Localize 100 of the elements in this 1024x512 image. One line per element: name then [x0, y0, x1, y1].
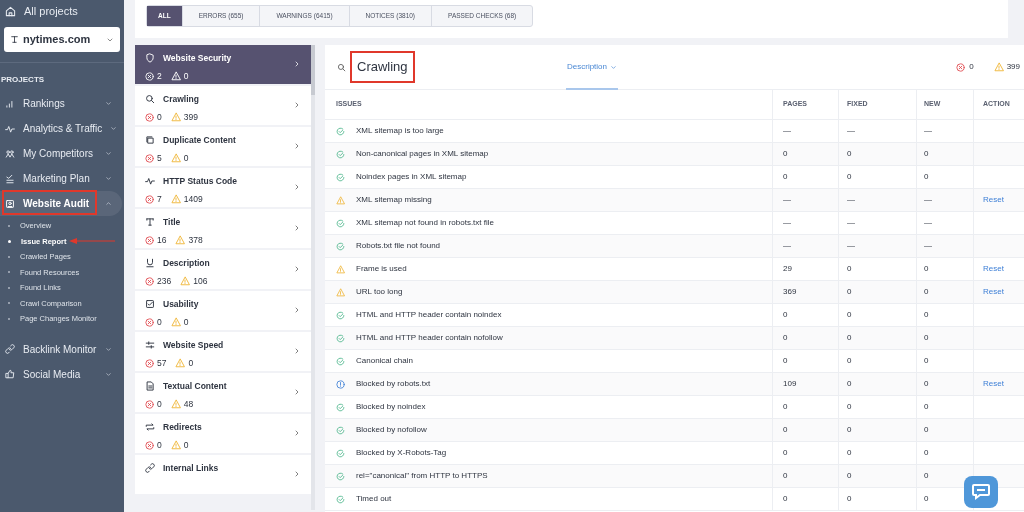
nav-item[interactable]: Rankings	[0, 91, 122, 116]
issue-name[interactable]: Blocked by robots.txt	[356, 378, 431, 390]
table-cell: 0	[783, 309, 788, 321]
bar-chart-icon	[5, 98, 15, 109]
error-count: 0	[157, 110, 162, 124]
table-cell: 0	[924, 424, 929, 436]
issue-name[interactable]: HTML and HTTP header contain nofollow	[356, 332, 503, 344]
table-cell: 0	[924, 148, 929, 160]
reset-link[interactable]: Reset	[983, 263, 1004, 275]
category-title: HTTP Status Code	[163, 175, 237, 188]
chat-button[interactable]	[964, 476, 998, 508]
table-cell: —	[847, 194, 855, 206]
view-dropdown[interactable]: Description	[566, 44, 618, 90]
error-count: 0	[157, 315, 162, 329]
table-cell: 0	[847, 493, 852, 505]
category-card[interactable]: Title 16 378	[135, 209, 312, 248]
section-label: PROJECTS	[0, 74, 46, 86]
pulse-icon	[145, 176, 155, 187]
category-card[interactable]: Textual Content 0 48	[135, 373, 312, 412]
category-card[interactable]: Website Speed 57 0	[135, 332, 312, 371]
issue-name[interactable]: Blocked by X-Robots-Tag	[356, 447, 447, 459]
nav-item[interactable]: Social Media	[0, 361, 122, 387]
table-cell: 0	[924, 332, 929, 344]
scrollbar-thumb[interactable]	[311, 45, 316, 95]
document-icon	[145, 381, 155, 392]
reset-link[interactable]: Reset	[983, 286, 1004, 298]
nav-item[interactable]: Analytics & Traffic	[0, 116, 122, 141]
link-icon	[145, 463, 155, 474]
error-count: 16	[157, 233, 167, 247]
chevron-down-icon	[105, 370, 112, 378]
error-icon	[145, 276, 154, 286]
table-cell: 29	[783, 263, 792, 275]
reset-link[interactable]: Reset	[983, 194, 1004, 206]
table-cell: —	[924, 240, 932, 252]
category-card[interactable]: Usability 0 0	[135, 291, 312, 330]
issue-name[interactable]: Canonical chain	[356, 355, 413, 367]
error-icon	[956, 62, 966, 72]
issue-name[interactable]: rel="canonical" from HTTP to HTTPS	[356, 470, 488, 482]
issue-name[interactable]: Noindex pages in XML sitemap	[356, 171, 467, 183]
category-title: Redirects	[163, 421, 202, 434]
table-cell: —	[847, 240, 855, 252]
table-cell: 0	[847, 447, 852, 459]
table-cell: 0	[783, 447, 788, 459]
issue-name[interactable]: Non-canonical pages in XML sitemap	[356, 148, 489, 160]
category-card[interactable]: Duplicate Content 5 0	[135, 127, 312, 166]
error-icon	[145, 358, 154, 368]
sliders-icon	[145, 340, 155, 351]
nav-item[interactable]: Backlink Monitor	[0, 336, 122, 362]
table-cell: —	[847, 125, 855, 137]
thumbs-up-icon	[5, 369, 15, 379]
error-count: 7	[157, 192, 162, 206]
warning-count: 0	[183, 69, 189, 83]
table-cell: 0	[783, 355, 788, 367]
table-cell: 0	[847, 470, 852, 482]
issue-name[interactable]: Frame is used	[356, 263, 407, 275]
checkbox-icon	[145, 299, 155, 310]
category-card[interactable]: Website Security 2 0	[135, 45, 312, 84]
chat-icon	[972, 484, 990, 500]
letter-logo-icon	[10, 35, 19, 44]
category-card[interactable]: Redirects 0 0	[135, 414, 312, 453]
category-card[interactable]: Crawling 0 399	[135, 86, 312, 125]
category-title: Website Speed	[163, 339, 224, 352]
warning-count: 0	[188, 356, 194, 370]
category-card[interactable]: Description 236 106	[135, 250, 312, 289]
table-cell: 0	[783, 470, 788, 482]
error-count: 0	[157, 397, 162, 411]
table-cell: 0	[924, 171, 929, 183]
issue-name[interactable]: Robots.txt file not found	[356, 240, 441, 252]
nav-item[interactable]: My Competitors	[0, 141, 122, 166]
issue-name[interactable]: Timed out	[356, 493, 392, 505]
panel-title: Crawling	[350, 51, 415, 83]
nav-item[interactable]: Marketing Plan	[0, 166, 122, 191]
nav-item[interactable]: Website Audit	[0, 191, 122, 216]
issue-name[interactable]: HTML and HTTP header contain noindex	[356, 309, 502, 321]
category-title: Website Security	[163, 52, 232, 65]
table-cell: 0	[783, 148, 788, 160]
table-cell: 0	[783, 332, 788, 344]
all-projects-link[interactable]: All projects	[0, 0, 124, 22]
category-title: Internal Links	[163, 462, 219, 475]
issue-name[interactable]: XML sitemap is too large	[356, 125, 444, 137]
table-cell: 0	[847, 286, 852, 298]
table-cell: 0	[847, 332, 852, 344]
issue-name[interactable]: Blocked by noindex	[356, 401, 426, 413]
category-card[interactable]: HTTP Status Code 7 1409	[135, 168, 312, 207]
project-dropdown[interactable]: nytimes.com	[4, 27, 120, 52]
category-card[interactable]: Internal Links	[135, 455, 312, 494]
warning-icon	[170, 440, 181, 451]
warning-count: 378	[188, 233, 203, 247]
issue-name[interactable]: URL too long	[356, 286, 403, 298]
warning-count: 399	[183, 110, 198, 124]
copy-icon	[145, 135, 155, 146]
issue-name[interactable]: Blocked by nofollow	[356, 424, 427, 436]
table-cell: 0	[924, 378, 929, 390]
issue-name[interactable]: XML sitemap not found in robots.txt file	[356, 217, 494, 229]
error-count: 5	[157, 151, 162, 165]
warning-count: 399	[1006, 61, 1020, 73]
reset-link[interactable]: Reset	[983, 378, 1004, 390]
issue-name[interactable]: XML sitemap missing	[356, 194, 432, 206]
error-icon	[145, 112, 154, 122]
shield-icon	[145, 53, 155, 64]
